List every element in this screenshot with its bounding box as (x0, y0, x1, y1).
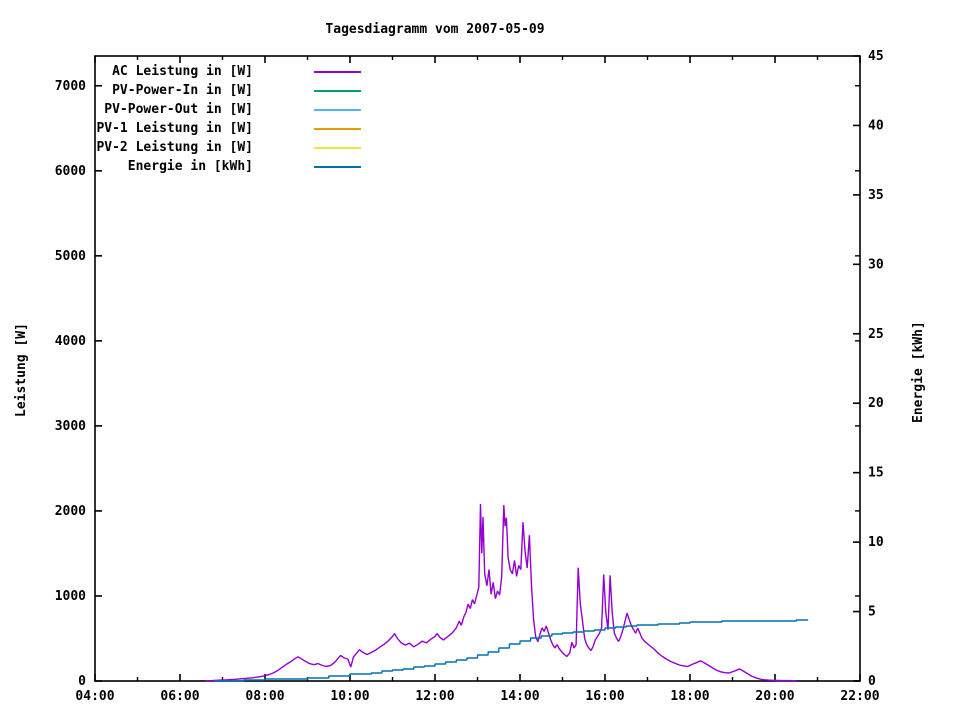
legend-label: AC Leistung in [W] (112, 64, 253, 79)
legend-label: PV-Power-In in [W] (112, 83, 253, 98)
y2-tick-label: 10 (868, 535, 884, 550)
legend-line-swatch (314, 70, 361, 73)
legend-line-swatch (314, 89, 361, 92)
x-tick-label: 14:00 (500, 689, 539, 704)
y2-tick-label: 40 (868, 118, 884, 133)
x-tick-label: 16:00 (585, 689, 624, 704)
legend-line-swatch (314, 108, 361, 111)
legend-item: AC Leistung in [W] (83, 62, 361, 81)
legend-line-swatch (314, 146, 361, 149)
y1-tick-label: 7000 (55, 79, 86, 94)
y2-tick-label: 15 (868, 466, 884, 481)
y1-tick-label: 5000 (55, 249, 86, 264)
legend-label: PV-2 Leistung in [W] (96, 140, 253, 155)
legend-label: PV-1 Leistung in [W] (96, 121, 253, 136)
x-tick-label: 12:00 (415, 689, 454, 704)
legend: AC Leistung in [W] PV-Power-In in [W] PV-P… (83, 62, 361, 176)
legend-item: Energie in [kWh] (83, 157, 361, 176)
x-tick-label: 22:00 (840, 689, 879, 704)
legend-label: PV-Power-Out in [W] (104, 102, 253, 117)
y2-tick-label: 0 (868, 674, 876, 689)
legend-item: PV-Power-In in [W] (83, 81, 361, 100)
y2-tick-label: 35 (868, 188, 884, 203)
legend-item: PV-2 Leistung in [W] (83, 138, 361, 157)
x-tick-label: 08:00 (245, 689, 284, 704)
y2-tick-label: 30 (868, 257, 884, 272)
y1-tick-label: 0 (78, 674, 86, 689)
x-tick-label: 04:00 (75, 689, 114, 704)
y1-tick-label: 1000 (55, 589, 86, 604)
y1-tick-label: 4000 (55, 334, 86, 349)
x-tick-label: 10:00 (330, 689, 369, 704)
y2-tick-label: 20 (868, 396, 884, 411)
y2-tick-label: 25 (868, 327, 884, 342)
y1-tick-label: 3000 (55, 419, 86, 434)
series-line-0 (205, 503, 797, 682)
y1-tick-label: 6000 (55, 164, 86, 179)
legend-line-swatch (314, 165, 361, 168)
legend-label: Energie in [kWh] (127, 159, 253, 174)
x-tick-label: 20:00 (755, 689, 794, 704)
y1-tick-label: 2000 (55, 504, 86, 519)
x-tick-label: 18:00 (670, 689, 709, 704)
y2-axis-ticks (853, 55, 860, 682)
legend-item: PV-1 Leistung in [W] (83, 119, 361, 138)
x-tick-label: 06:00 (160, 689, 199, 704)
y2-tick-label: 45 (868, 49, 884, 64)
legend-line-swatch (314, 127, 361, 130)
legend-item: PV-Power-Out in [W] (83, 100, 361, 119)
chart: Tagesdiagramm vom 2007-05-09 Leistung [W… (0, 0, 960, 720)
y2-tick-label: 5 (868, 605, 876, 620)
